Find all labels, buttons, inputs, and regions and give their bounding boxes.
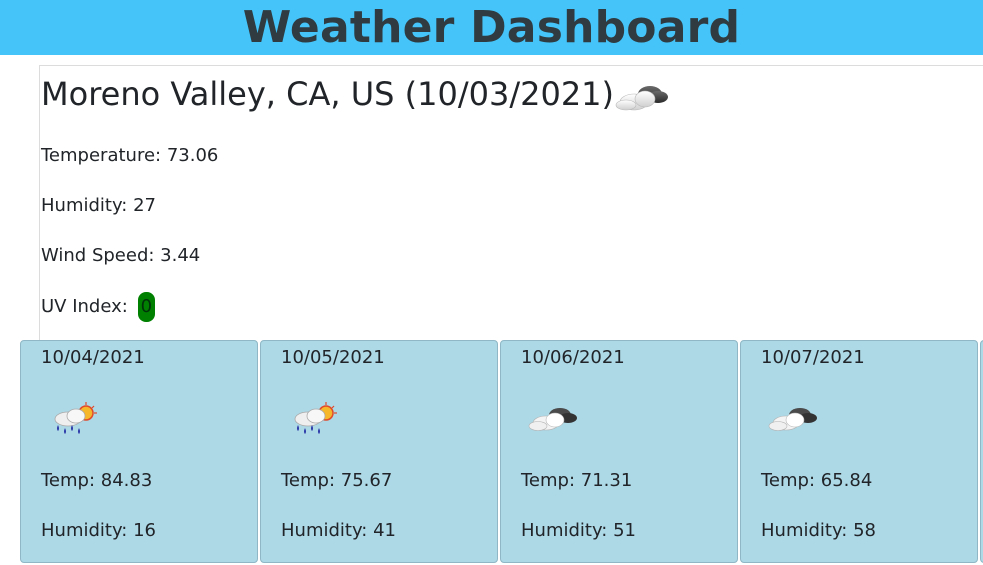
cloud-icon <box>615 86 668 111</box>
forecast-temp-value: 71.31 <box>580 470 633 491</box>
forecast-temp: Temp: 71.31 <box>521 469 632 493</box>
forecast-date: 10/06/2021 <box>521 347 625 368</box>
rain-sun-icon <box>294 402 337 434</box>
temperature-label: Temperature: <box>41 145 167 166</box>
forecast-temp: Temp: 65.84 <box>761 469 872 493</box>
uv-index-badge: 0 <box>137 292 156 322</box>
forecast-humidity-value: 41 <box>373 520 396 541</box>
wind-speed-row: Wind Speed: 3.44 <box>41 244 200 268</box>
rain-sun-icon <box>54 402 97 434</box>
temperature-value: 73.06 <box>166 145 219 166</box>
header-bar: Weather Dashboard <box>0 0 983 55</box>
forecast-humidity: Humidity: 51 <box>521 519 636 543</box>
uv-index-label: UV Index: <box>41 296 134 317</box>
wind-speed-label: Wind Speed: <box>41 245 161 266</box>
wind-speed-value: 3.44 <box>160 245 201 266</box>
forecast-temp: Temp: 84.83 <box>41 469 152 493</box>
forecast-humidity-label: Humidity: <box>41 520 134 541</box>
forecast-temp-value: 84.83 <box>100 470 153 491</box>
forecast-card: 10/07/2021 Temp: 65.84 Humidity: 58 <box>740 340 978 563</box>
forecast-humidity: Humidity: 41 <box>281 519 396 543</box>
forecast-temp: Temp: 75.67 <box>281 469 392 493</box>
humidity-label: Humidity: <box>41 195 134 216</box>
forecast-humidity-label: Humidity: <box>281 520 374 541</box>
forecast-humidity: Humidity: 16 <box>41 519 156 543</box>
forecast-card: 10/06/2021 Temp: 71.31 Humidity: 51 <box>500 340 738 563</box>
forecast-temp-label: Temp: <box>521 470 581 491</box>
forecast-humidity-value: 51 <box>613 520 636 541</box>
forecast-temp-label: Temp: <box>281 470 341 491</box>
forecast-date: 10/04/2021 <box>41 347 145 368</box>
forecast-humidity-value: 58 <box>853 520 876 541</box>
humidity-row: Humidity: 27 <box>41 194 156 218</box>
forecast-humidity: Humidity: 58 <box>761 519 876 543</box>
forecast-temp-label: Temp: <box>761 470 821 491</box>
current-city-title: Moreno Valley, CA, US (10/03/2021) <box>41 75 615 113</box>
cloud-icon <box>528 408 577 431</box>
temperature-row: Temperature: 73.06 <box>41 144 218 168</box>
forecast-card: 10/04/2021 Temp: 84.83 Humidity: 16 <box>20 340 258 563</box>
cloud-icon <box>768 408 817 431</box>
forecast-date: 10/05/2021 <box>281 347 385 368</box>
forecast-date: 10/07/2021 <box>761 347 865 368</box>
forecast-temp-label: Temp: <box>41 470 101 491</box>
uv-index-row: UV Index: 0 <box>41 292 156 322</box>
forecast-temp-value: 65.84 <box>820 470 873 491</box>
forecast-temp-value: 75.67 <box>340 470 393 491</box>
forecast-row: 10/04/2021 Temp: 84.83 Humidity: 16 10/0… <box>19 340 983 565</box>
forecast-humidity-value: 16 <box>133 520 156 541</box>
forecast-humidity-label: Humidity: <box>521 520 614 541</box>
page-title: Weather Dashboard <box>242 2 741 53</box>
forecast-humidity-label: Humidity: <box>761 520 854 541</box>
current-weather-panel: Moreno Valley, CA, US (10/03/2021) Tempe… <box>39 65 983 341</box>
humidity-value: 27 <box>133 195 156 216</box>
forecast-card: 10/05/2021 Temp: 75.67 Humidity: 41 <box>260 340 498 563</box>
